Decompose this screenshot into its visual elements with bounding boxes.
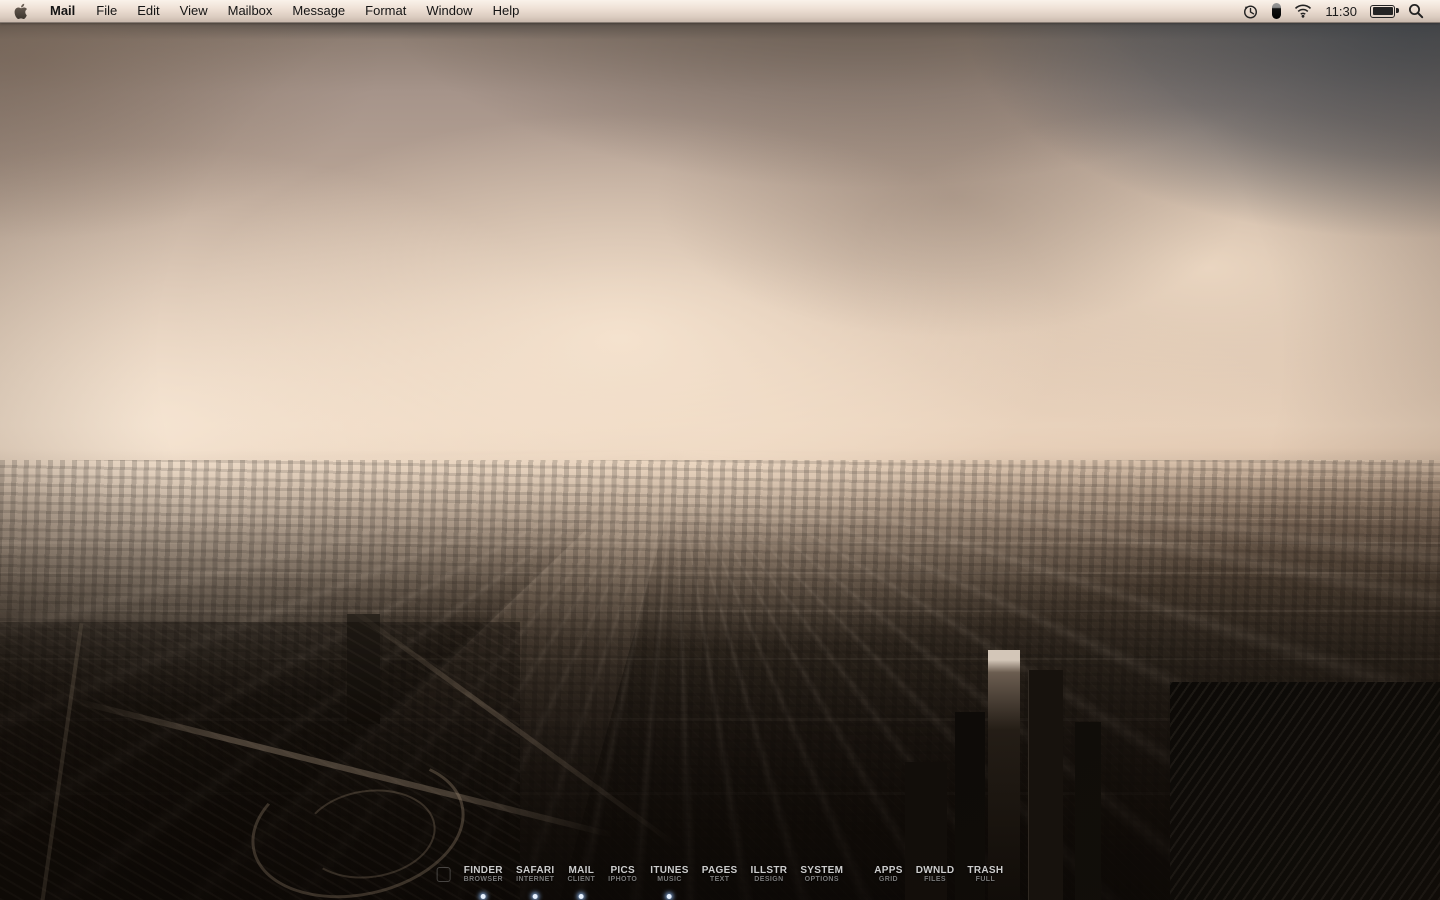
dock-item-system[interactable]: SYSTEM OPTIONS	[800, 865, 843, 899]
dock-item-label: MAIL	[568, 865, 595, 876]
dock-item-sublabel: INTERNET	[516, 876, 555, 883]
dock-item-label: SYSTEM	[800, 865, 844, 876]
dock-badge-icon	[436, 867, 451, 882]
dock-item-sublabel: MUSIC	[657, 876, 682, 883]
dock-item-label: ILLSTR	[750, 865, 788, 876]
wallpaper-vignette	[0, 22, 1440, 900]
dock-item-sublabel: IPHOTO	[608, 876, 638, 883]
menu-item-message[interactable]: Message	[282, 0, 355, 22]
dock-item-finder[interactable]: FINDER BROWSER	[464, 865, 503, 899]
dock-item-mail[interactable]: MAIL CLIENT	[567, 865, 595, 899]
dock-item-sublabel: FILES	[924, 876, 946, 883]
dock-item-pages[interactable]: PAGES TEXT	[702, 865, 738, 899]
dock-item-trash[interactable]: TRASH FULL	[967, 865, 1003, 899]
dock-item-label: PICS	[610, 865, 635, 876]
dock-item-sublabel: DESIGN	[754, 876, 784, 883]
wifi-icon[interactable]	[1294, 4, 1312, 18]
time-machine-icon[interactable]	[1242, 3, 1259, 20]
dock-item-label: TRASH	[967, 865, 1004, 876]
dock-item-sublabel: FULL	[975, 876, 996, 883]
dock-item-sublabel: GRID	[878, 876, 899, 883]
dock-item-label: PAGES	[701, 865, 738, 876]
menu-item-format[interactable]: Format	[355, 0, 416, 22]
dock-item-label: APPS	[874, 865, 903, 876]
dock-item-label: DWNLD	[915, 865, 955, 876]
menu-bar-clock[interactable]: 11:30	[1325, 4, 1357, 19]
dock-item-safari[interactable]: SAFARI INTERNET	[516, 865, 554, 899]
running-indicator-dot	[667, 894, 673, 899]
menu-item-window[interactable]: Window	[416, 0, 482, 22]
dock-item-sublabel: BROWSER	[463, 876, 503, 883]
menu-item-edit[interactable]: Edit	[127, 0, 169, 22]
apple-menu[interactable]	[0, 3, 39, 20]
text-dock: FINDER BROWSER SAFARI INTERNET MAIL CLIE…	[436, 865, 1004, 899]
dock-item-itunes[interactable]: ITUNES MUSIC	[650, 865, 688, 899]
running-indicator-dot	[578, 894, 584, 899]
dock-item-sublabel: TEXT	[709, 876, 730, 883]
spotlight-icon[interactable]	[1408, 3, 1424, 19]
dock-item-pics[interactable]: PICS IPHOTO	[608, 865, 637, 899]
dock-item-sublabel: CLIENT	[567, 876, 596, 883]
dock-item-label: SAFARI	[515, 865, 555, 876]
battery-icon[interactable]	[1370, 4, 1399, 18]
menu-bar-status-area: 11:30	[1242, 3, 1440, 20]
running-indicator-dot	[480, 894, 486, 899]
menu-item-mail[interactable]: Mail	[39, 0, 86, 22]
dock-item-illstr[interactable]: ILLSTR DESIGN	[751, 865, 788, 899]
desktop-wallpaper[interactable]	[0, 22, 1440, 900]
apple-logo-icon	[14, 3, 27, 19]
menu-bar: Mail File Edit View Mailbox Message Form…	[0, 0, 1440, 23]
menu-item-file[interactable]: File	[86, 0, 127, 22]
menu-item-mailbox[interactable]: Mailbox	[218, 0, 283, 22]
menu-item-view[interactable]: View	[170, 0, 218, 22]
dock-item-dwnld[interactable]: DWNLD FILES	[916, 865, 955, 899]
dock-item-sublabel: OPTIONS	[804, 876, 839, 883]
desktop-screen: Mail File Edit View Mailbox Message Form…	[0, 0, 1440, 900]
dock-item-label: ITUNES	[650, 865, 689, 876]
dock-item-apps[interactable]: APPS GRID	[874, 865, 902, 899]
dock-item-label: FINDER	[463, 865, 503, 876]
capsule-status-icon[interactable]	[1272, 3, 1282, 19]
menu-item-help[interactable]: Help	[483, 0, 530, 22]
running-indicator-dot	[532, 894, 538, 899]
